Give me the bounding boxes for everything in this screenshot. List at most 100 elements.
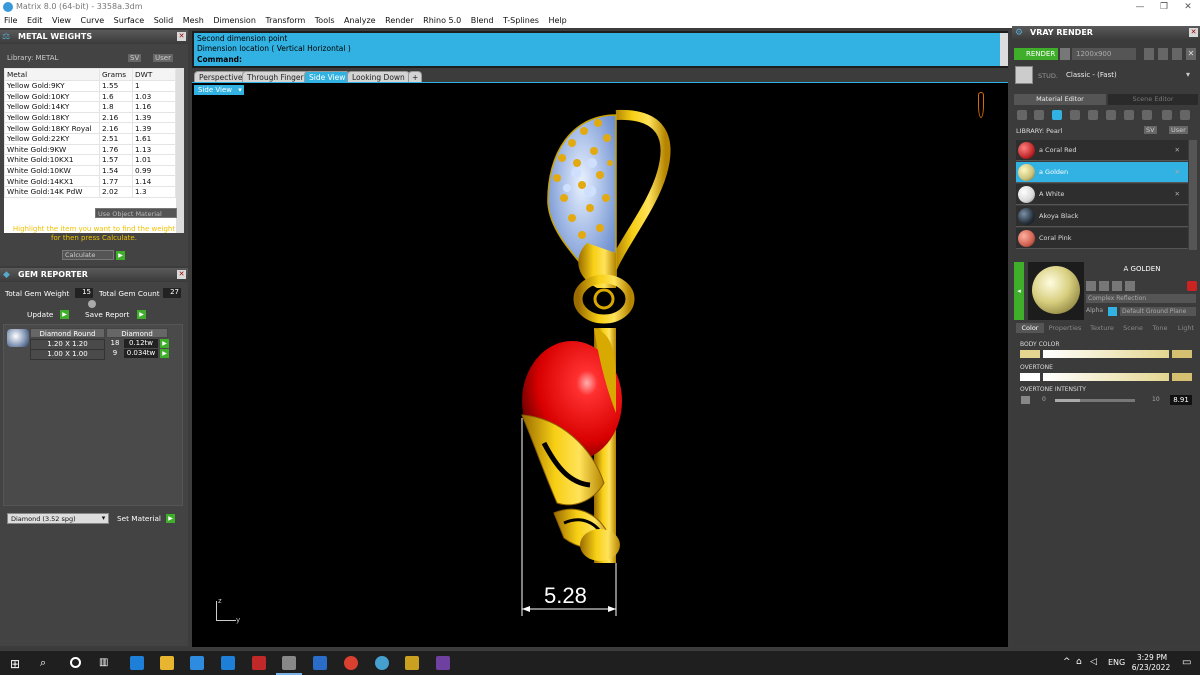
menu-mesh[interactable]: Mesh	[183, 16, 204, 25]
table-row[interactable]: Yellow Gold:18KY 2.16 1.39	[4, 111, 176, 124]
menu-dimension[interactable]: Dimension	[213, 16, 256, 25]
toolbar-icon[interactable]	[1172, 48, 1182, 60]
material-list-scrollbar[interactable]	[1189, 140, 1197, 250]
table-row[interactable]: 1.20 X 1.20 18 0.12tw ▶	[30, 339, 170, 350]
chrome-icon[interactable]	[344, 656, 358, 670]
windows-start-icon[interactable]: ⊞	[10, 657, 20, 671]
tab-properties[interactable]: Properties	[1046, 323, 1084, 333]
calculate-field[interactable]: Calculate	[62, 250, 114, 260]
divider-knob[interactable]	[88, 300, 96, 308]
list-item[interactable]: a Golden ✕	[1016, 162, 1188, 183]
material-tool-icon[interactable]	[1112, 281, 1122, 291]
menu-rhino[interactable]: Rhino 5.0	[423, 16, 461, 25]
menu-render[interactable]: Render	[385, 16, 413, 25]
list-item[interactable]: Coral Pink	[1016, 228, 1188, 249]
browser-icon[interactable]	[375, 656, 389, 670]
use-object-material-dropdown[interactable]: Use Object Material	[95, 208, 177, 218]
col-grams[interactable]: Grams	[99, 68, 133, 81]
material-icon[interactable]	[1070, 110, 1080, 120]
language-indicator[interactable]: ENG	[1108, 658, 1125, 667]
close-icon[interactable]: ✕	[1186, 48, 1196, 60]
intensity-value[interactable]: 8.91	[1170, 395, 1192, 405]
material-tool-icon[interactable]	[1099, 281, 1109, 291]
user-button[interactable]: User	[1169, 126, 1188, 134]
photos-icon[interactable]	[313, 656, 327, 670]
calculate-button[interactable]: ▶	[116, 251, 125, 260]
mail-icon[interactable]	[221, 656, 235, 670]
set-material-button[interactable]: ▶	[166, 514, 175, 523]
toolbar-icon[interactable]	[1158, 48, 1168, 60]
gem-icon[interactable]	[1034, 110, 1044, 120]
table-row[interactable]: Yellow Gold:10KY 1.6 1.03	[4, 90, 176, 103]
body-color-end-swatch[interactable]	[1172, 350, 1192, 358]
close-panel-button[interactable]: ✕	[177, 270, 186, 279]
table-row[interactable]: Yellow Gold:9KY 1.55 1	[4, 80, 176, 92]
toolbar-icon[interactable]	[1144, 48, 1154, 60]
drop-icon[interactable]	[1017, 110, 1027, 120]
table-row[interactable]: White Gold:14K PdW 2.02 1.3	[4, 185, 176, 198]
overtone-slider[interactable]	[1043, 373, 1169, 381]
remove-icon[interactable]: ✕	[1175, 162, 1180, 183]
alpha-toggle[interactable]	[1108, 307, 1117, 316]
overtone-end-swatch[interactable]	[1172, 373, 1192, 381]
menu-tools[interactable]: Tools	[315, 16, 335, 25]
tab-scene[interactable]: Scene	[1120, 323, 1146, 333]
table-row[interactable]: Yellow Gold:18KY Royal 2.16 1.39	[4, 122, 176, 134]
pearl-icon[interactable]	[1052, 110, 1062, 120]
object-icon[interactable]	[1162, 110, 1172, 120]
grid-icon[interactable]	[1124, 110, 1134, 120]
menu-analyze[interactable]: Analyze	[344, 16, 376, 25]
menu-view[interactable]: View	[52, 16, 71, 25]
command-input-row[interactable]: Command:	[194, 55, 1000, 66]
body-color-swatch[interactable]	[1020, 350, 1040, 358]
table-row[interactable]: Yellow Gold:14KY 1.8 1.16	[4, 101, 176, 113]
command-scrollbar[interactable]	[1000, 33, 1008, 66]
list-item[interactable]: a Coral Red ✕	[1016, 140, 1188, 161]
cortana-icon[interactable]	[70, 657, 81, 668]
chevron-down-icon[interactable]: ▾	[1186, 70, 1190, 79]
material-tool-icon[interactable]	[1086, 281, 1096, 291]
dimension-label[interactable]: 5.28	[544, 583, 587, 609]
col-metal[interactable]: Metal	[4, 68, 100, 81]
tab-material-editor[interactable]: Material Editor	[1014, 94, 1106, 105]
chevron-up-icon[interactable]: ^	[1063, 657, 1071, 667]
table-row[interactable]: 1.00 X 1.00 9 0.034tw ▶	[30, 349, 170, 360]
close-panel-button[interactable]: ✕	[177, 32, 186, 41]
gem-row-button[interactable]: ▶	[160, 349, 169, 358]
task-view-icon[interactable]: ▥	[99, 657, 108, 668]
remove-icon[interactable]: ✕	[1175, 184, 1180, 205]
close-button[interactable]: ✕	[1176, 0, 1200, 14]
table-row[interactable]: White Gold:14KX1 1.77 1.14	[4, 175, 176, 187]
notification-icon[interactable]: ▭	[1182, 657, 1191, 668]
col-dwt[interactable]: DWT	[132, 68, 176, 81]
texture-icon[interactable]	[1088, 110, 1098, 120]
table-row[interactable]: Yellow Gold:22KY 2.51 1.61	[4, 132, 176, 145]
tab-texture[interactable]: Texture	[1086, 323, 1118, 333]
close-panel-button[interactable]: ✕	[1189, 28, 1198, 37]
minimize-button[interactable]: —	[1128, 0, 1152, 14]
edge-icon[interactable]	[130, 656, 144, 670]
reflection-dropdown[interactable]: Complex Reflection	[1086, 294, 1196, 303]
pattern-icon[interactable]	[1106, 110, 1116, 120]
material-select[interactable]: Diamond (3.52 spg)	[7, 513, 109, 524]
gumball-icon[interactable]	[978, 92, 984, 118]
render-options-button[interactable]	[1060, 48, 1070, 60]
hatch-icon[interactable]	[1142, 110, 1152, 120]
file-explorer-icon[interactable]	[160, 656, 174, 670]
menu-file[interactable]: File	[4, 16, 17, 25]
menu-curve[interactable]: Curve	[81, 16, 105, 25]
slack-icon[interactable]	[436, 656, 450, 670]
tab-color[interactable]: Color	[1016, 323, 1044, 333]
save-report-button[interactable]: ▶	[137, 310, 146, 319]
menu-surface[interactable]: Surface	[114, 16, 144, 25]
resolution-field[interactable]: 1200x900	[1072, 48, 1136, 60]
menu-transform[interactable]: Transform	[265, 16, 305, 25]
tab-tone[interactable]: Tone	[1148, 323, 1172, 333]
menu-tsplines[interactable]: T-Splines	[503, 16, 539, 25]
menu-help[interactable]: Help	[548, 16, 566, 25]
clock-date[interactable]: 6/23/2022	[1126, 663, 1176, 672]
material-tool-icon[interactable]	[1125, 281, 1135, 291]
table-row[interactable]: White Gold:10KX1 1.57 1.01	[4, 154, 176, 166]
tab-light[interactable]: Light	[1174, 323, 1198, 333]
user-button[interactable]: User	[153, 54, 173, 62]
